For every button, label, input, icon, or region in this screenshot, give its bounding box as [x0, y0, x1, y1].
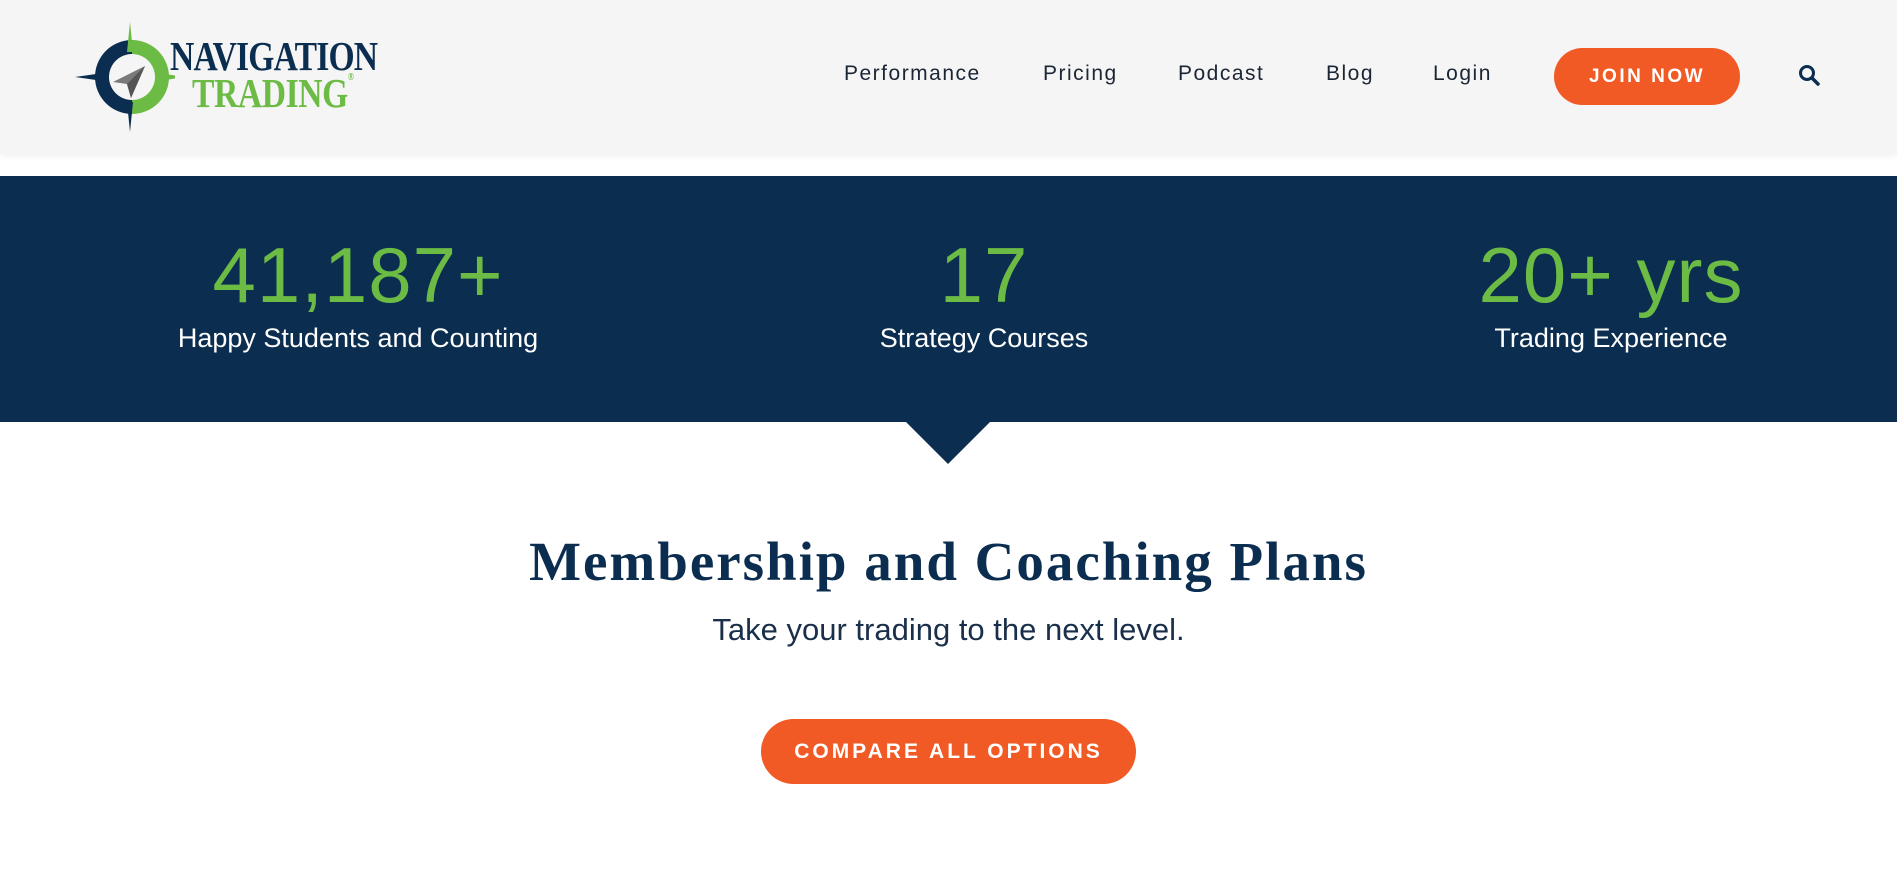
plans-heading: Membership and Coaching Plans — [529, 531, 1368, 592]
stat-label: Strategy Courses — [879, 323, 1089, 353]
compare-all-options-button[interactable]: COMPARE ALL OPTIONS — [761, 719, 1136, 784]
registered-mark: ® — [347, 72, 354, 83]
search-icon — [1799, 65, 1820, 86]
stat-label: Happy Students and Counting — [177, 323, 539, 353]
stat-students: 41,187+ Happy Students and Counting — [98, 176, 618, 354]
stat-experience: 20+ yrs Trading Experience — [1351, 176, 1871, 354]
section-pointer-arrow — [905, 421, 991, 464]
stat-value: 17 — [939, 231, 1029, 319]
site-logo[interactable]: NAVIGATION TRADING® — [75, 22, 378, 132]
join-now-button[interactable]: JOIN NOW — [1554, 48, 1740, 105]
stats-band: 41,187+ Happy Students and Counting 17 S… — [0, 176, 1897, 422]
logo-wordmark-trading: TRADING® — [192, 70, 354, 116]
stat-label: Trading Experience — [1494, 323, 1728, 353]
stat-courses: 17 Strategy Courses — [724, 176, 1244, 354]
compass-logo-icon — [75, 22, 175, 132]
plans-subheading: Take your trading to the next level. — [712, 612, 1185, 647]
site-header: NAVIGATION TRADING® Performance Pricing … — [0, 0, 1897, 154]
nav-item-podcast[interactable]: Podcast — [1178, 62, 1264, 86]
stat-value: 41,187+ — [212, 231, 504, 319]
nav-item-login[interactable]: Login — [1433, 62, 1492, 86]
nav-item-pricing[interactable]: Pricing — [1043, 62, 1118, 86]
search-button[interactable] — [1798, 64, 1824, 90]
stat-value: 20+ yrs — [1478, 231, 1744, 319]
nav-item-performance[interactable]: Performance — [844, 62, 981, 86]
nav-item-blog[interactable]: Blog — [1326, 62, 1374, 86]
